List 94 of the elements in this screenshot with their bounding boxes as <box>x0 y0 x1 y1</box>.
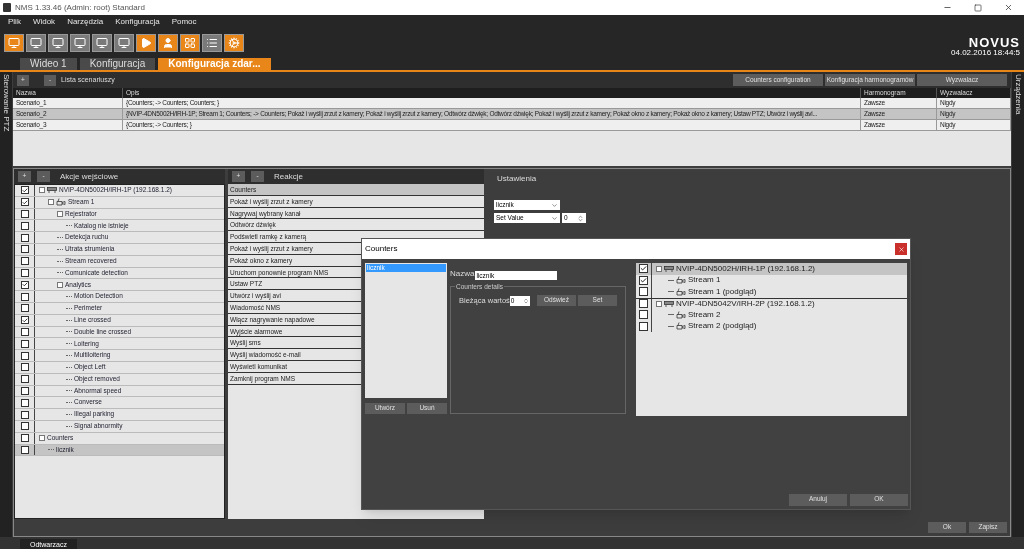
checkbox[interactable] <box>20 292 29 301</box>
menu-item[interactable]: Pomoc <box>171 15 197 28</box>
tree-item[interactable]: NVIP-4DN5042V/IRH-2P (192.168.1.2) <box>676 299 815 308</box>
close-icon <box>897 245 905 253</box>
checkbox[interactable] <box>20 398 29 407</box>
window-title: NMS 1.33.46 (Admin: root) Standard <box>15 1 145 14</box>
toolbar-button[interactable] <box>136 34 156 52</box>
camera-icon <box>56 198 66 207</box>
checkbox[interactable] <box>20 233 29 242</box>
checkbox[interactable] <box>20 375 29 384</box>
toolbar-button[interactable] <box>4 34 24 52</box>
toolbar-button[interactable] <box>92 34 112 52</box>
checkbox[interactable] <box>639 264 648 274</box>
checkbox[interactable] <box>639 275 648 285</box>
camera-icon <box>676 322 686 331</box>
monitor-icon <box>74 37 86 49</box>
checkbox[interactable] <box>639 287 648 297</box>
camera-icon <box>676 276 686 285</box>
panel-title: Akcje wejściowe <box>60 170 119 183</box>
checkbox[interactable] <box>20 316 29 325</box>
checkbox[interactable] <box>20 339 29 348</box>
field-label: Nazwa <box>450 268 475 280</box>
expand-toggle[interactable] <box>57 281 63 288</box>
checkbox[interactable] <box>20 327 29 336</box>
checkbox[interactable] <box>20 257 29 266</box>
toolbar-button[interactable] <box>26 34 46 52</box>
device-icon <box>47 187 57 194</box>
tab[interactable]: Wideo 1 <box>20 58 77 70</box>
monitor-icon <box>30 37 42 49</box>
play-icon <box>140 37 152 49</box>
tree-item[interactable]: Stream 1 <box>688 276 721 285</box>
checkbox[interactable] <box>20 245 29 254</box>
menu-item[interactable]: Konfiguracja <box>115 15 160 28</box>
dialog-title: Counters <box>365 243 398 255</box>
checkbox[interactable] <box>20 363 29 372</box>
side-panel-tab[interactable]: Urządzenia <box>1012 74 1024 115</box>
expand-toggle[interactable] <box>656 265 662 272</box>
close-button[interactable] <box>895 243 907 255</box>
toolbar-button[interactable] <box>70 34 90 52</box>
checkbox[interactable] <box>20 186 29 195</box>
device-icon <box>664 300 674 307</box>
tree-item[interactable]: Stream 2 (podgląd) <box>688 322 757 331</box>
toolbar-button[interactable] <box>48 34 68 52</box>
checkbox[interactable] <box>20 210 29 218</box>
toolbar-button[interactable] <box>158 34 178 52</box>
toolbar-button[interactable] <box>224 34 244 52</box>
monitor-icon <box>8 37 20 49</box>
checkbox[interactable] <box>639 321 648 331</box>
tree-item[interactable]: Stream 1 (podgląd) <box>688 287 757 296</box>
checkmark-icon <box>21 316 28 324</box>
menu-item[interactable]: Widok <box>32 15 56 28</box>
person-icon <box>162 37 174 49</box>
checkbox[interactable] <box>639 299 648 309</box>
checkbox[interactable] <box>20 434 29 443</box>
checkmark-icon <box>21 281 28 289</box>
list-icon <box>206 37 218 49</box>
gears-icon <box>228 37 240 49</box>
toolbar-button[interactable] <box>202 34 222 52</box>
checkbox[interactable] <box>20 351 29 360</box>
checkbox[interactable] <box>20 221 29 230</box>
date-time: 04.02.2016 18:44:5 <box>951 48 1020 57</box>
checkbox[interactable] <box>20 268 29 277</box>
device-icon <box>664 265 674 272</box>
checkbox[interactable] <box>20 410 29 419</box>
menu-item[interactable]: Narzędzia <box>67 15 104 28</box>
checkbox[interactable] <box>20 422 29 431</box>
camera-icon <box>676 310 686 319</box>
spinner-arrows-icon <box>523 297 529 304</box>
toolbar-button[interactable] <box>180 34 200 52</box>
checkbox[interactable] <box>20 304 29 313</box>
checkbox[interactable] <box>20 198 29 207</box>
panel-title: Ustawienia <box>497 173 538 185</box>
spinner-arrows-icon <box>577 214 584 222</box>
expand-toggle[interactable] <box>39 435 45 442</box>
logo: NOVUS <box>968 35 1020 49</box>
tab[interactable]: Konfiguracja <box>79 58 156 70</box>
side-panel-tab[interactable]: Sterowanie PTZ <box>0 74 12 132</box>
app-icon <box>3 3 11 12</box>
checkbox[interactable] <box>639 310 648 320</box>
checkbox[interactable] <box>20 445 29 454</box>
camera-icon <box>676 287 686 296</box>
panel-title: Reakcje <box>274 170 303 183</box>
tree-item[interactable]: Stream 2 <box>688 310 721 319</box>
close-icon[interactable] <box>1004 3 1013 12</box>
maximize-icon[interactable] <box>974 3 982 12</box>
checkbox[interactable] <box>20 386 29 395</box>
toolbar-button[interactable] <box>114 34 134 52</box>
monitor-icon <box>118 37 130 49</box>
menu-item[interactable]: Plik <box>8 15 21 28</box>
grid-icon <box>184 37 196 49</box>
monitor-icon <box>96 37 108 49</box>
monitor-icon <box>52 37 64 49</box>
checkbox[interactable] <box>20 280 29 289</box>
expand-toggle[interactable] <box>656 300 662 307</box>
